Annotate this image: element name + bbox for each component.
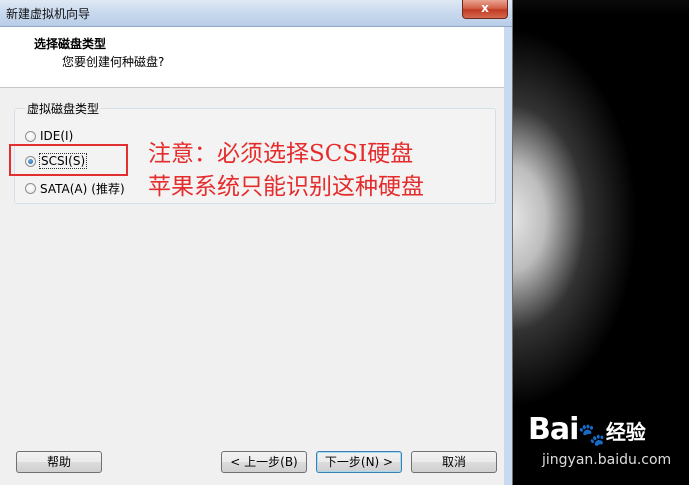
radio-button-sata[interactable] xyxy=(25,183,36,194)
help-button[interactable]: 帮助 xyxy=(16,451,102,473)
window-right-border xyxy=(504,27,512,485)
next-button[interactable]: 下一步(N) > xyxy=(316,451,402,473)
radio-option-ide[interactable]: IDE(I) xyxy=(25,129,73,143)
page-title: 选择磁盘类型 xyxy=(34,37,107,51)
new-vm-wizard-window: 新建虚拟机向导 x 选择磁盘类型 您要创建何种磁盘? 虚拟磁盘类型 IDE(I)… xyxy=(0,0,513,485)
baidu-logo-text: Bai xyxy=(528,412,579,447)
close-button[interactable]: x xyxy=(462,0,508,19)
radio-option-sata[interactable]: SATA(A) (推荐) xyxy=(25,180,125,197)
radio-label-ide: IDE(I) xyxy=(40,129,74,143)
page-subtitle: 您要创建何种磁盘? xyxy=(62,55,165,69)
cancel-button[interactable]: 取消 xyxy=(411,451,497,473)
close-icon: x xyxy=(481,1,489,15)
paw-icon: 🐾 xyxy=(578,423,606,448)
baidu-jingyan-watermark: Bai🐾经验 jingyan.baidu.com xyxy=(528,412,671,468)
groupbox-legend: 虚拟磁盘类型 xyxy=(25,100,102,117)
radio-label-sata: SATA(A) xyxy=(40,181,88,196)
highlight-box xyxy=(9,144,128,176)
window-title: 新建虚拟机向导 xyxy=(6,7,91,21)
annotation-line-2: 苹果系统只能识别这种硬盘 xyxy=(148,174,424,200)
radio-button-ide[interactable] xyxy=(25,130,36,142)
wizard-header: 选择磁盘类型 您要创建何种磁盘? xyxy=(0,27,512,88)
back-button[interactable]: < 上一步(B) xyxy=(221,451,307,473)
title-bar: 新建虚拟机向导 x xyxy=(0,0,512,27)
jingyan-text: 经验 xyxy=(605,420,646,444)
annotation-line-1: 注意：必须选择SCSI硬盘 xyxy=(148,141,414,167)
recommended-note: (推荐) xyxy=(91,182,125,196)
watermark-url: jingyan.baidu.com xyxy=(542,452,672,468)
